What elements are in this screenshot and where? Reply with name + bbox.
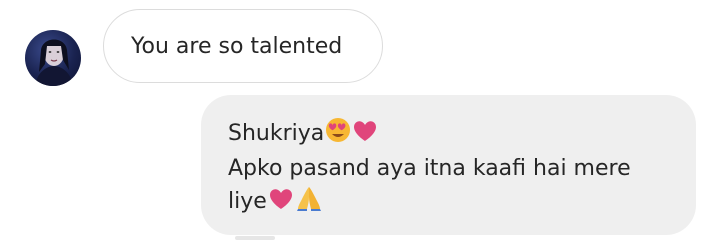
- message-line-1: Shukriya: [228, 117, 676, 153]
- heart-emoji-icon: [352, 119, 378, 153]
- incoming-message-bubble[interactable]: You are so talented: [103, 9, 383, 83]
- folded-hands-emoji-icon: [295, 185, 323, 221]
- message-line-3: liye: [228, 185, 676, 221]
- incoming-message-text: You are so talented: [131, 33, 343, 59]
- heart-emoji-icon: [268, 187, 294, 221]
- next-message-peek: [235, 236, 275, 240]
- profile-avatar-icon[interactable]: [25, 30, 81, 86]
- message-line-3-text: liye: [228, 189, 267, 214]
- chat-thread: You are so talented Shukriya Apko pasand…: [0, 0, 720, 240]
- message-line-2: Apko pasand aya itna kaafi hai mere: [228, 156, 631, 181]
- heart-eyes-emoji-icon: [325, 117, 351, 153]
- message-line-1-text: Shukriya: [228, 121, 325, 146]
- outgoing-message-bubble[interactable]: Shukriya Apko pasand aya itna kaafi hai …: [201, 95, 696, 235]
